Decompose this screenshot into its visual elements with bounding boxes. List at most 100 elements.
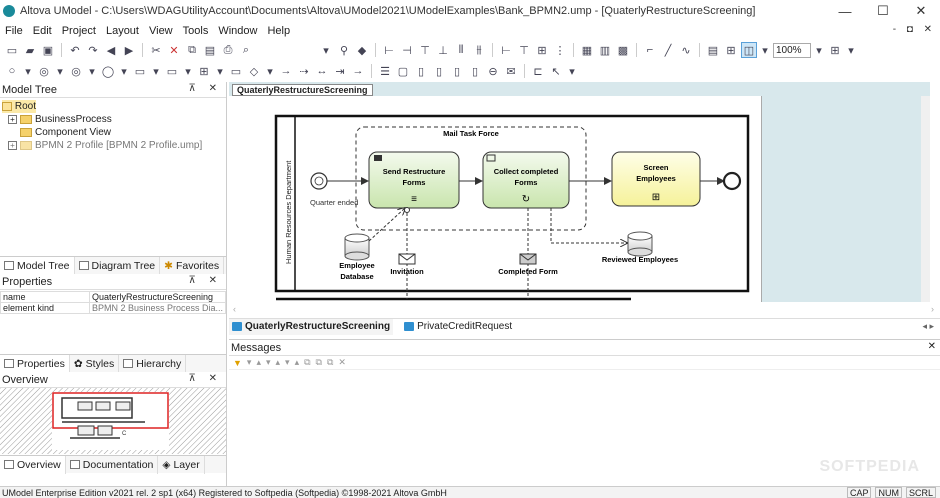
align-top-icon[interactable]: ⊥ [435, 42, 451, 58]
zoom-select[interactable]: 100% [773, 42, 811, 58]
back-icon[interactable]: ◀ [103, 42, 119, 58]
autolayout-icon[interactable]: ▦ [579, 42, 595, 58]
redo-icon[interactable]: ↷ [85, 42, 101, 58]
tab-overview[interactable]: Overview [0, 455, 66, 474]
association-icon[interactable]: ↔ [314, 63, 330, 79]
tab-styles[interactable]: ✿ Styles [70, 354, 120, 373]
data-input-icon[interactable]: ▯ [431, 63, 447, 79]
tab-diagram-tree[interactable]: Diagram Tree [75, 256, 161, 275]
snap-dropdown-icon[interactable]: ▾ [759, 42, 771, 58]
find-icon[interactable]: ⌕ [238, 42, 254, 58]
scroll-right-icon[interactable]: › [931, 304, 934, 314]
data-association-icon[interactable]: ⇥ [332, 63, 348, 79]
menu-file[interactable]: File [0, 25, 28, 37]
line-style-orthogonal-icon[interactable]: ⌐ [642, 42, 658, 58]
tree-item-root[interactable]: Root [2, 100, 36, 113]
menu-edit[interactable]: Edit [28, 25, 57, 37]
menu-window[interactable]: Window [213, 25, 262, 37]
mdi-controls[interactable]: - ◘ ✕ [893, 24, 936, 35]
message-icon[interactable]: ✉ [503, 63, 519, 79]
pointer-icon[interactable]: ↖ [548, 63, 564, 79]
task-dropdown-icon[interactable]: ▾ [150, 63, 162, 79]
same-height-icon[interactable]: ⊤ [516, 42, 532, 58]
space-down-icon[interactable]: ⫵ [471, 42, 487, 58]
dropdown-icon[interactable]: ▾ [318, 42, 334, 58]
binoculars-icon[interactable]: ⚲ [336, 42, 352, 58]
diagram-horizontal-scrollbar[interactable]: ‹ › [229, 302, 940, 318]
color-icon[interactable]: ◆ [354, 42, 370, 58]
copy-message-icon[interactable]: ⧉ [304, 357, 310, 368]
prev-child-icon[interactable]: ▴ [276, 357, 281, 368]
save-icon[interactable]: ▣ [40, 42, 56, 58]
lane-icon[interactable]: ☰ [377, 63, 393, 79]
space-across-icon[interactable]: ⫴ [453, 42, 469, 58]
align-center-icon[interactable]: ⊣ [399, 42, 415, 58]
forward-icon[interactable]: ▶ [121, 42, 137, 58]
end-event-dropdown-icon[interactable]: ▾ [118, 63, 130, 79]
grid-icon[interactable]: ▩ [615, 42, 631, 58]
property-value[interactable]: QuaterlyRestructureScreening [88, 291, 227, 303]
sequence-flow-icon[interactable]: → [278, 63, 294, 79]
task-icon[interactable]: ▭ [132, 63, 148, 79]
properties-row[interactable]: element kind BPMN 2 Business Process Dia… [0, 302, 227, 314]
expand-icon[interactable]: + [8, 141, 17, 150]
model-tree-pin-close[interactable]: ⊼ ✕ [189, 83, 222, 94]
open-icon[interactable]: ▰ [22, 42, 38, 58]
data-store-icon[interactable]: ⊖ [485, 63, 501, 79]
data-collection-icon[interactable]: ▯ [467, 63, 483, 79]
diagram-vertical-scrollbar[interactable] [921, 96, 930, 302]
message-flow-icon[interactable]: ⇢ [296, 63, 312, 79]
fit-dropdown-icon[interactable]: ▾ [845, 42, 857, 58]
print-icon[interactable]: ⎙ [220, 42, 236, 58]
tab-layer[interactable]: ◈ Layer [158, 455, 205, 474]
next-icon[interactable]: ▾ [247, 357, 252, 368]
messages-close-button[interactable]: ✕ [928, 341, 936, 352]
pointer-dropdown-icon[interactable]: ▾ [566, 63, 578, 79]
delete-icon[interactable]: ✕ [166, 42, 182, 58]
transaction-icon[interactable]: ▭ [228, 63, 244, 79]
fit-icon[interactable]: ⊞ [827, 42, 843, 58]
align-left-icon[interactable]: ⊢ [381, 42, 397, 58]
maximize-button[interactable]: ☐ [864, 0, 902, 22]
paste-icon[interactable]: ▤ [202, 42, 218, 58]
properties-row[interactable]: name QuaterlyRestructureScreening [0, 291, 227, 303]
tab-model-tree[interactable]: Model Tree [0, 256, 75, 275]
text-annotation-icon[interactable]: ⊏ [530, 63, 546, 79]
subprocess-icon[interactable]: ▭ [164, 63, 180, 79]
zoom-dropdown-icon[interactable]: ▾ [813, 42, 825, 58]
copy-branch-icon[interactable]: ⧉ [316, 357, 322, 368]
end-event-icon[interactable]: ◯ [100, 63, 116, 79]
next-child-icon[interactable]: ▾ [266, 357, 271, 368]
menu-project[interactable]: Project [57, 25, 101, 37]
same-width-icon[interactable]: ⊢ [498, 42, 514, 58]
tree-item-component-view[interactable]: Component View [2, 126, 224, 139]
doc-tab-private-credit[interactable]: PrivateCreditRequest [401, 319, 515, 335]
snap-icon[interactable]: ◫ [741, 42, 757, 58]
table-icon[interactable]: ▤ [705, 42, 721, 58]
scroll-left-icon[interactable]: ‹ [233, 304, 236, 314]
expand-icon[interactable]: + [8, 115, 17, 124]
line-style-straight-icon[interactable]: ╱ [660, 42, 676, 58]
line-style-curve-icon[interactable]: ∿ [678, 42, 694, 58]
data-object-icon[interactable]: ▯ [413, 63, 429, 79]
minimize-button[interactable]: — [826, 0, 864, 22]
throw-event-dropdown-icon[interactable]: ▾ [86, 63, 98, 79]
conditional-flow-icon[interactable]: → [350, 63, 366, 79]
properties-pin-close[interactable]: ⊼ ✕ [189, 275, 222, 286]
new-icon[interactable]: ▭ [4, 42, 20, 58]
tab-properties[interactable]: Properties [0, 354, 70, 373]
doc-tab-quaterly-restructure[interactable]: QuaterlyRestructureScreening [229, 318, 394, 335]
intermediate-event-icon[interactable]: ◎ [36, 63, 52, 79]
cut-icon[interactable]: ✂ [148, 42, 164, 58]
undo-icon[interactable]: ↶ [67, 42, 83, 58]
menu-tools[interactable]: Tools [178, 25, 214, 37]
intermediate-throw-event-icon[interactable]: ◎ [68, 63, 84, 79]
filter-icon[interactable]: ▼ [233, 358, 242, 368]
menu-layout[interactable]: Layout [101, 25, 144, 37]
copy-icon[interactable]: ⧉ [184, 42, 200, 58]
overview-pin-close[interactable]: ⊼ ✕ [189, 373, 222, 384]
start-event-icon[interactable]: ○ [4, 63, 20, 79]
call-activity-dropdown-icon[interactable]: ▾ [214, 63, 226, 79]
hierarchy-icon[interactable]: ▥ [597, 42, 613, 58]
group-icon[interactable]: ▢ [395, 63, 411, 79]
